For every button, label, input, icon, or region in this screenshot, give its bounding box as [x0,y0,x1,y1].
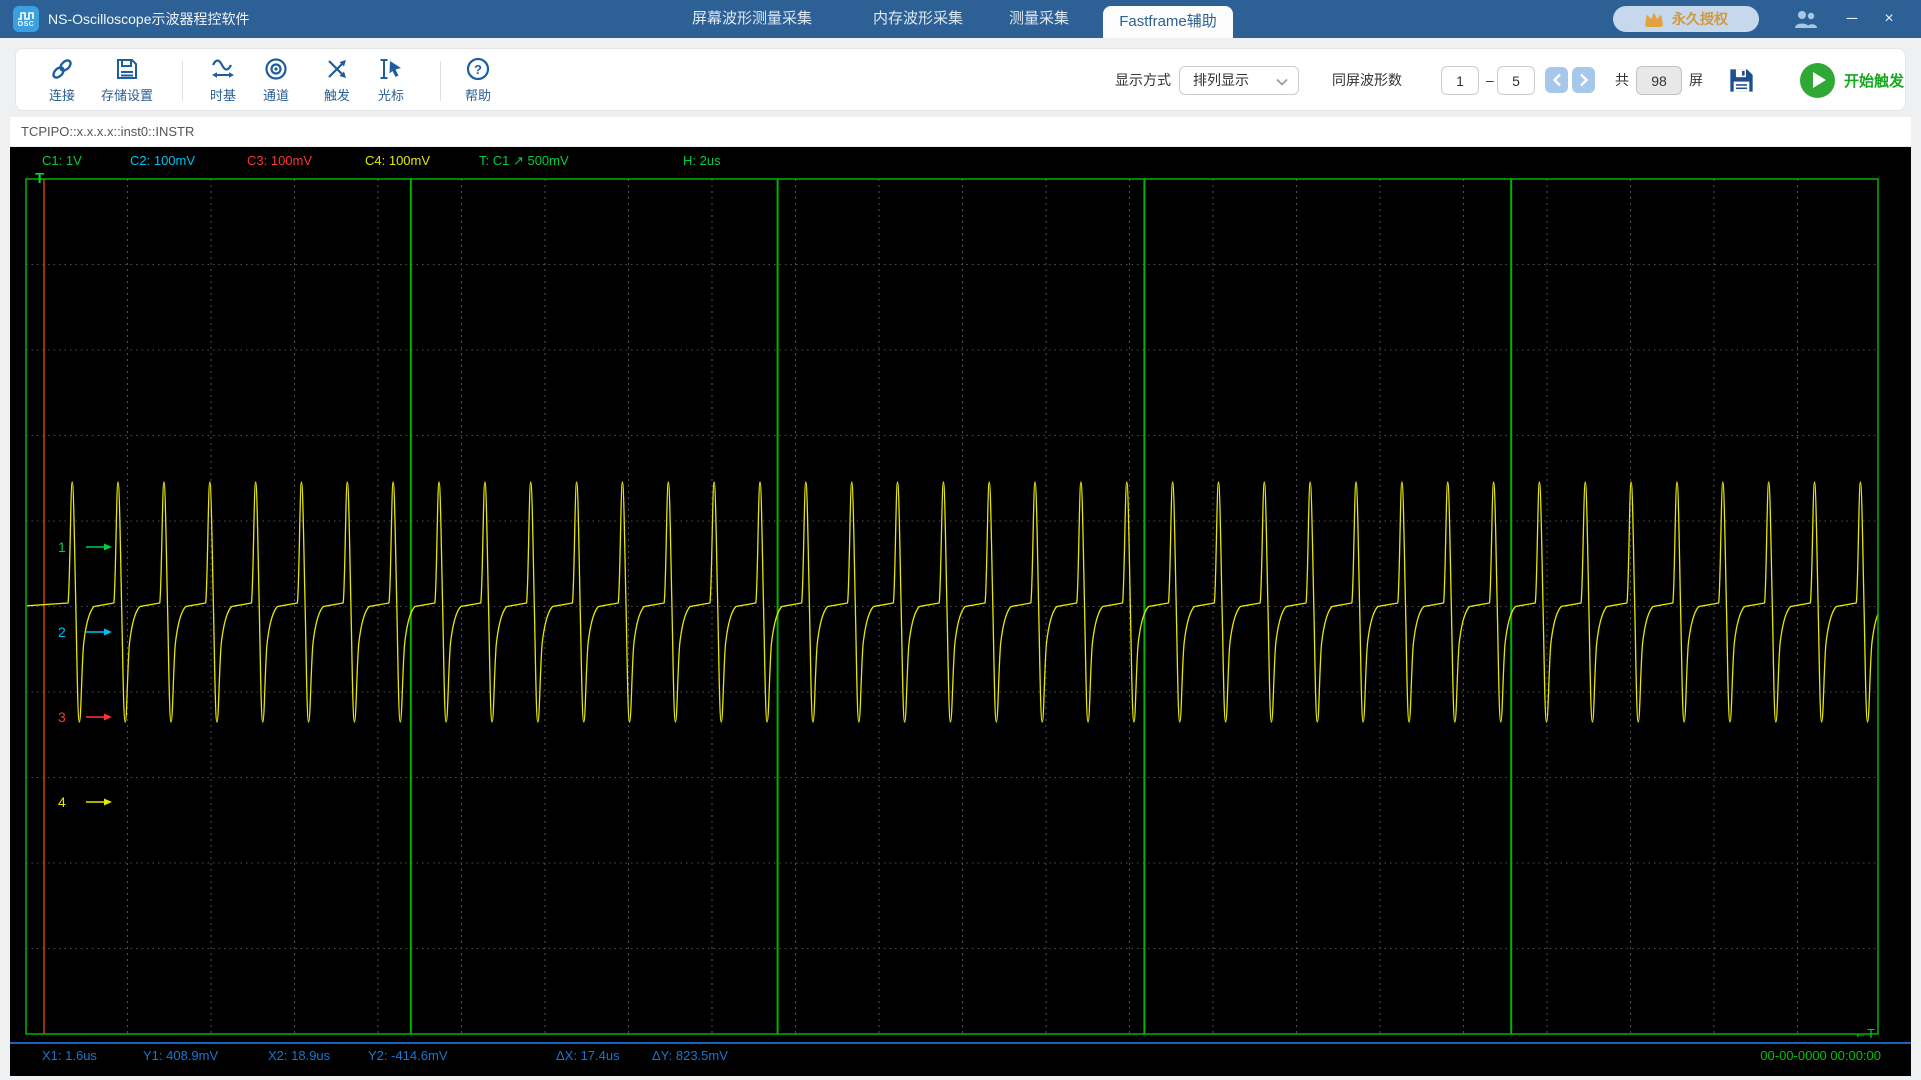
channel-icon [265,58,287,80]
cursor-label: 光标 [377,88,404,103]
help-icon: ? [466,57,490,81]
chevron-right-icon [1579,73,1588,87]
start-trigger-label: 开始触发 [1844,73,1905,90]
svg-text:4: 4 [58,794,66,810]
channel-info-c4: C4: 100mV [365,153,431,168]
license-badge-label: 永久授权 [1672,11,1728,27]
minimize-button[interactable]: ─ [1840,0,1864,38]
grid-vertical [127,179,1798,1034]
next-page-button[interactable] [1572,67,1595,93]
toolbar: 连接 存储设置 时基 通道 触发 光标 ? 帮助 显示方式 排列显示 同屏波形数… [15,48,1906,111]
save-settings-icon [117,59,137,79]
trigger-right-marker: ←T [1854,1026,1875,1041]
app-identity: OSC NS-Oscilloscope示波器程控软件 [13,0,249,38]
measurement-x2: X2: 18.9us [268,1048,331,1063]
waveform-display[interactable]: 1 2 3 4 T ←T [10,147,1911,1076]
display-mode-value: 排列显示 [1193,72,1249,88]
display-mode-label: 显示方式 [1115,72,1171,88]
play-icon [1800,63,1835,98]
timebase-label: 时基 [209,88,236,103]
channel-info-c3: C3: 100mV [247,153,313,168]
toolbar-divider [440,61,441,101]
channel-info-c1: C1: 1V [42,153,82,168]
total-label: 共 [1615,72,1629,88]
tab-memory-waveform-acquisition[interactable]: 内存波形采集 [866,0,970,38]
close-button[interactable]: × [1876,0,1902,38]
statusbar-divider [10,1042,1911,1044]
measurement-y2: Y2: -414.6mV [368,1048,448,1063]
channel-info-c2: C2: 100mV [130,153,196,168]
prev-page-button[interactable] [1545,67,1568,93]
total-frames-input [1636,66,1682,95]
crown-icon [1645,12,1663,27]
svg-text:2: 2 [58,624,66,640]
channel-label: 通道 [262,88,289,103]
user-icon[interactable] [1792,9,1820,29]
channel-marker-1: 1 [58,539,112,555]
toolbar-divider [182,61,183,101]
total-unit-label: 屏 [1689,72,1703,88]
connection-address: TCPIPO::x.x.x.x::inst0::INSTR [21,124,195,139]
svg-text:?: ? [474,62,482,77]
trigger-info: T: C1 ↗ 500mV [479,153,569,168]
chevron-down-icon [1276,78,1288,86]
app-window: OSC NS-Oscilloscope示波器程控软件 屏幕波形测量采集 内存波形… [0,0,1921,1080]
connection-address-bar[interactable]: TCPIPO::x.x.x.x::inst0::INSTR [10,117,1911,146]
oscilloscope-display: 1 2 3 4 T ←T C1: 1V C2: 100mV C3: 100mV C4: 100m… [10,147,1911,1076]
measurement-delta-x: ΔX: 17.4us [556,1048,620,1063]
timestamp: 00-00-0000 00:00:00 [1760,1048,1881,1063]
tab-measurement-acquisition[interactable]: 测量采集 [1004,0,1074,38]
tab-screen-waveform-acquisition[interactable]: 屏幕波形测量采集 [682,0,822,38]
tab-fastframe-assist[interactable]: Fastframe辅助 [1103,6,1233,38]
waveforms-per-screen-label: 同屏波形数 [1332,72,1402,88]
channel-marker-4: 4 [58,794,112,810]
app-title: NS-Oscilloscope示波器程控软件 [48,11,250,27]
channel-marker-3: 3 [58,709,112,725]
measurement-delta-y: ΔY: 823.5mV [652,1048,728,1063]
titlebar: OSC NS-Oscilloscope示波器程控软件 屏幕波形测量采集 内存波形… [0,0,1921,38]
channel-button[interactable]: 通道 [244,49,308,112]
svg-text:3: 3 [58,709,66,725]
trigger-top-marker: T [35,170,44,187]
link-icon [52,59,72,79]
start-trigger-button[interactable]: 开始触发 [1800,63,1904,98]
trigger-icon [328,60,346,78]
frame-to-input[interactable] [1497,66,1535,95]
timebase-icon [212,59,234,78]
measurement-x1: X1: 1.6us [42,1048,97,1063]
chevron-left-icon [1552,73,1561,87]
horizontal-info: H: 2us [683,153,721,168]
license-badge[interactable]: 永久授权 [1613,6,1759,32]
cursor-icon [380,59,401,79]
cursor-button[interactable]: 光标 [359,49,423,112]
frame-from-input[interactable] [1441,66,1479,95]
storage-settings-label: 存储设置 [100,88,153,103]
grid-horizontal [26,264,1878,949]
save-waveform-icon[interactable] [1727,66,1756,95]
storage-settings-button[interactable]: 存储设置 [95,49,159,112]
app-logo-text: OSC [17,20,35,28]
svg-text:1: 1 [58,539,66,555]
help-label: 帮助 [464,88,491,103]
help-button[interactable]: ? 帮助 [446,49,510,112]
connect-label: 连接 [48,88,75,103]
trigger-label: 触发 [323,88,350,103]
connect-button[interactable]: 连接 [30,49,94,112]
measurement-y1: Y1: 408.9mV [143,1048,219,1063]
range-separator: – [1486,72,1494,88]
waveform-path [26,481,1878,723]
display-mode-select[interactable]: 排列显示 [1179,66,1299,95]
app-logo-icon: OSC [13,6,39,32]
